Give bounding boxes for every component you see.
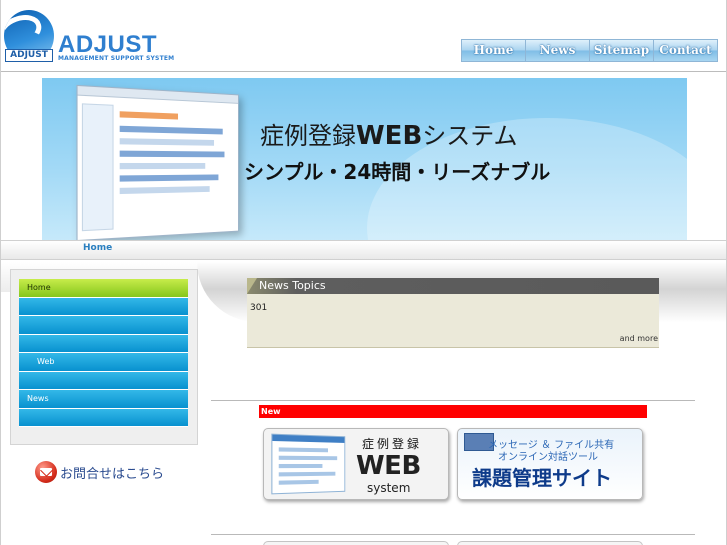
promo-web-line2: WEB (356, 451, 421, 481)
nav-home-button[interactable]: Home (461, 39, 526, 62)
logo-badge: ADJUST (5, 49, 53, 62)
hero-banner: 症例登録WEBシステム シンプル・24時間・リーズナブル (42, 78, 687, 241)
sidebar-item[interactable] (19, 316, 188, 335)
sidebar-item[interactable] (19, 335, 188, 354)
promo-task-line2: オンライン対話ツール (498, 448, 598, 463)
news-topics-header: News Topics (247, 278, 659, 294)
sidebar-item[interactable] (19, 409, 188, 428)
promo-banner-partial[interactable] (457, 541, 643, 545)
banner-screenshot-image (76, 85, 238, 241)
promo-web-line3: system (367, 481, 410, 495)
logo-subtitle: MANAGEMENT SUPPORT SYSTEM (58, 55, 174, 62)
banner-title: 症例登録WEBシステム (260, 116, 518, 151)
web-system-screenshot-image (271, 434, 345, 495)
promo-web-line1: 症例登録 (362, 435, 422, 452)
news-topics-box: News Topics 301 and more (247, 278, 659, 348)
news-item[interactable]: 301 (250, 303, 267, 313)
promo-task-site-banner[interactable]: メッセージ ＆ ファイル共有 オンライン対話ツール 課題管理サイト (457, 428, 643, 500)
promo-task-line3: 課題管理サイト (472, 462, 612, 491)
sidebar-item[interactable] (19, 298, 188, 317)
mail-icon (35, 461, 57, 483)
header: ADJUST ADJUST MANAGEMENT SUPPORT SYSTEM … (1, 0, 727, 72)
promo-web-system-banner[interactable]: 症例登録 WEB system (263, 428, 449, 500)
top-nav: Home News Sitemap Contact (461, 39, 718, 62)
sidebar-item-home[interactable]: Home (19, 279, 188, 298)
nav-contact-button[interactable]: Contact (653, 39, 718, 62)
sidebar-item-news[interactable]: News (19, 390, 188, 409)
sidebar-item-web[interactable]: Web (19, 353, 188, 372)
sidebar-menu: Home Web News (10, 269, 198, 445)
contact-link[interactable]: お問合せはこちら (35, 461, 164, 483)
sidebar-item[interactable] (19, 372, 188, 391)
divider (211, 534, 695, 535)
nav-sitemap-button[interactable]: Sitemap (589, 39, 654, 62)
news-more-link[interactable]: and more (620, 334, 658, 343)
nav-news-button[interactable]: News (525, 39, 590, 62)
divider (211, 400, 695, 401)
contact-link-label: お問合せはこちら (60, 463, 164, 482)
breadcrumb-bar: Home (1, 240, 727, 260)
page: ADJUST ADJUST MANAGEMENT SUPPORT SYSTEM … (0, 0, 727, 545)
new-label-bar: New (259, 405, 647, 418)
breadcrumb-home-link[interactable]: Home (83, 243, 112, 253)
banner-subtitle: シンプル・24時間・リーズナブル (244, 156, 550, 185)
promo-banner-partial[interactable] (263, 541, 449, 545)
